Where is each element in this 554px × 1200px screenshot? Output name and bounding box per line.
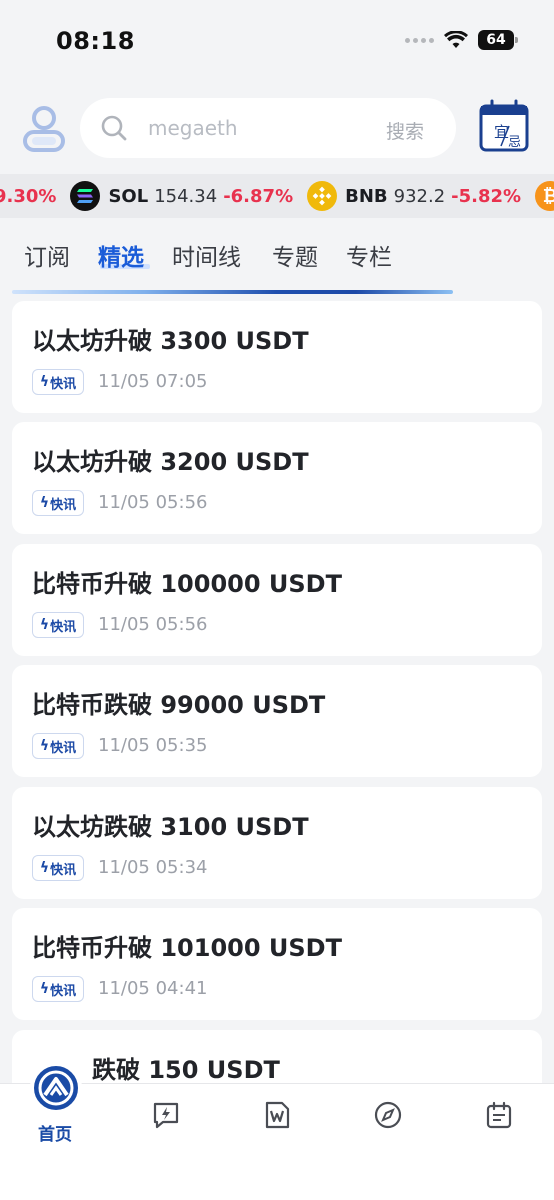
news-card[interactable]: 以太坊升破 3200 USDT ϟ 快讯 11/05 05:56 [12,422,542,534]
tab-timeline[interactable]: 时间线 [172,238,241,272]
badge-label: 快讯 [50,497,77,513]
flash-news-badge: ϟ 快讯 [32,976,84,1002]
status-icons: 64 [405,30,518,50]
news-title: 比特币升破 100000 USDT [32,570,342,598]
category-tabs: 订阅 精选 时间线 专题 专栏 [0,218,554,296]
wifi-icon [444,31,468,48]
tab-subscribe[interactable]: 订阅 [24,238,70,272]
bnb-icon [307,181,338,211]
badge-label: 快讯 [50,740,77,756]
news-card[interactable]: 以太坊跌破 3100 USDT ϟ 快讯 11/05 05:34 [12,787,542,899]
tab-columns[interactable]: 专栏 [346,238,392,272]
bolt-icon: ϟ [39,981,50,997]
almanac-calendar-icon[interactable]: 宜 忌 [478,98,530,154]
news-card[interactable]: 比特币跌破 99000 USDT ϟ 快讯 11/05 05:35 [12,665,542,777]
home-logo-icon[interactable] [30,1062,82,1114]
bolt-icon: ϟ [39,617,50,633]
news-title: 比特币升破 101000 USDT [32,934,342,962]
news-time: 11/05 05:56 [98,492,208,513]
news-title: 以太坊升破 3200 USDT [32,448,309,476]
search-button[interactable]: 搜索 [386,117,424,144]
news-time: 11/05 07:05 [98,371,208,392]
bottom-nav: 首页 [0,1062,554,1200]
battery-icon: 64 [478,30,518,50]
news-title: 以太坊跌破 3100 USDT [32,813,309,841]
battery-level: 64 [486,32,506,48]
bitcoin-icon: ₿ [535,181,554,211]
cellular-signal-icon [405,37,434,43]
ticker-change: -6.87% [223,185,294,207]
flash-news-badge: ϟ 快讯 [32,612,84,638]
ticker-track: 9.30% SOL 154.34 -6.87% BNB 932.2 -5.82%… [0,174,554,218]
badge-label: 快讯 [50,376,77,392]
ticker-item[interactable]: 9.30% [0,186,56,207]
price-ticker[interactable]: 9.30% SOL 154.34 -6.87% BNB 932.2 -5.82%… [0,174,554,218]
ticker-item-bnb[interactable]: BNB 932.2 -5.82% [307,181,521,211]
search-placeholder: megaeth [148,116,238,140]
flash-news-badge: ϟ 快讯 [32,490,84,516]
flash-news-badge: ϟ 快讯 [32,733,84,759]
article-icon[interactable] [262,1100,292,1130]
news-card[interactable]: 比特币升破 100000 USDT ϟ 快讯 11/05 05:56 [12,544,542,656]
calendar-icon[interactable] [484,1100,514,1130]
search-input[interactable]: megaeth 搜索 [80,98,456,158]
news-card[interactable]: 比特币升破 101000 USDT ϟ 快讯 11/05 04:41 [12,908,542,1020]
compass-icon[interactable] [373,1100,403,1130]
status-time: 08:18 [56,27,135,55]
news-time: 11/05 05:34 [98,857,208,878]
news-title: 跌破 150 USDT [92,1056,280,1084]
tab-featured[interactable]: 精选 [98,238,144,272]
ticker-change: 9.30% [0,185,57,207]
ticker-price: 154.34 [154,185,218,207]
flash-news-icon[interactable] [151,1100,181,1130]
ticker-item-sol[interactable]: SOL 154.34 -6.87% [70,181,293,211]
tab-topics[interactable]: 专题 [272,238,318,272]
user-avatar-icon[interactable] [22,104,66,152]
flash-news-badge: ϟ 快讯 [32,369,84,395]
badge-label: 快讯 [50,983,77,999]
news-time: 11/05 05:35 [98,735,208,756]
bolt-icon: ϟ [39,374,50,390]
status-bar: 08:18 64 [0,0,554,82]
bolt-icon: ϟ [39,860,50,876]
news-time: 11/05 04:41 [98,978,208,999]
flash-news-badge: ϟ 快讯 [32,855,84,881]
search-icon [101,115,127,141]
ticker-symbol: BNB [345,185,388,207]
bolt-icon: ϟ [39,495,50,511]
ticker-item-btc[interactable]: ₿ [535,181,554,211]
badge-label: 快讯 [50,862,77,878]
ticker-change: -5.82% [451,185,522,207]
news-title: 比特币跌破 99000 USDT [32,691,326,719]
solana-icon [70,181,101,211]
badge-label: 快讯 [50,619,77,635]
news-card[interactable]: 以太坊升破 3300 USDT ϟ 快讯 11/05 07:05 [12,301,542,413]
tabs-divider [12,290,453,294]
news-time: 11/05 05:56 [98,614,208,635]
ticker-price: 932.2 [393,185,446,207]
ticker-symbol: SOL [108,185,149,207]
header: megaeth 搜索 宜 忌 [0,82,554,174]
nav-home-label[interactable]: 首页 [38,1120,72,1145]
news-title: 以太坊升破 3300 USDT [32,327,309,355]
bolt-icon: ϟ [39,738,50,754]
calendar-bad-label: 忌 [508,135,521,150]
